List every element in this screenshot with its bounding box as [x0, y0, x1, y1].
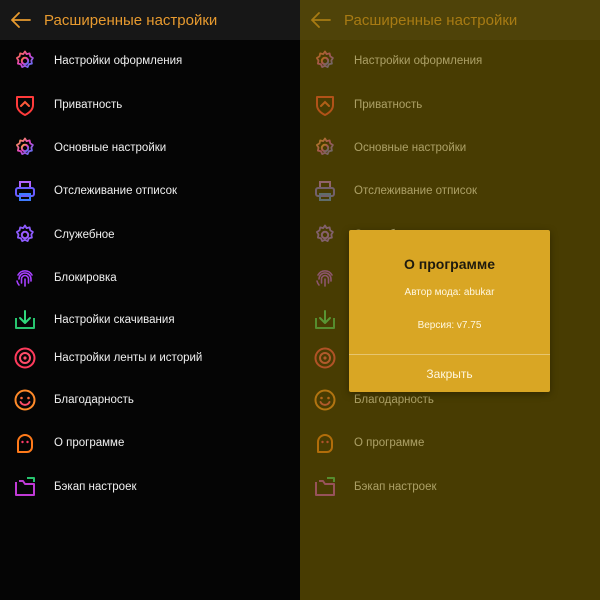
arrow-left-icon — [311, 12, 331, 28]
page-title: Расширенные настройки — [344, 11, 518, 29]
fingerprint-icon — [312, 265, 338, 291]
menu-item-label: Настройки скачивания — [54, 314, 175, 326]
menu-item-label: О программе — [54, 437, 125, 449]
menu-item-privacy[interactable]: Приватность — [300, 85, 600, 125]
menu-item-general[interactable]: Основные настройки — [300, 128, 600, 168]
gear-icon — [12, 222, 38, 248]
settings-screen: Расширенные настройки Настройки оформлен… — [0, 0, 300, 600]
printer-icon — [312, 178, 338, 204]
menu-item-label: Основные настройки — [354, 142, 467, 154]
ghost-icon — [12, 430, 38, 456]
menu-item-backup[interactable]: Бэкап настроек — [300, 467, 600, 507]
settings-screen-with-dialog: Расширенные настройки Настройки оформлен… — [300, 0, 600, 600]
menu-item-about[interactable]: О программе — [0, 423, 300, 463]
shield-icon — [312, 92, 338, 118]
printer-icon — [12, 178, 38, 204]
gear-icon — [312, 222, 338, 248]
menu-item-label: Настройки оформления — [354, 55, 483, 67]
menu-item-label: Бэкап настроек — [354, 481, 437, 493]
menu-item-unfollow-tracking[interactable]: Отслеживание отписок — [300, 171, 600, 211]
menu-item-privacy[interactable]: Приватность — [0, 85, 300, 125]
dialog-author: Автор мода: abukar — [404, 287, 495, 298]
dialog-version: Версия: v7.75 — [417, 320, 482, 331]
menu-item-label: Отслеживание отписок — [354, 185, 478, 197]
menu-item-appearance[interactable]: Настройки оформления — [0, 41, 300, 81]
menu-item-label: О программе — [354, 437, 425, 449]
menu-item-label: Бэкап настроек — [54, 481, 137, 493]
menu-item-label: Благодарность — [354, 394, 434, 406]
gear-icon — [12, 135, 38, 161]
smile-icon — [12, 387, 38, 413]
smile-icon — [312, 387, 338, 413]
target-icon — [12, 345, 38, 371]
menu-item-download-settings[interactable]: Настройки скачивания — [0, 300, 300, 340]
menu-item-thanks[interactable]: Благодарность — [0, 380, 300, 420]
download-icon — [12, 307, 38, 333]
folder-icon — [312, 474, 338, 500]
menu-item-appearance[interactable]: Настройки оформления — [300, 41, 600, 81]
gear-icon — [312, 48, 338, 74]
menu-item-backup[interactable]: Бэкап настроек — [0, 467, 300, 507]
about-dialog: О программе Автор мода: abukar Версия: v… — [349, 230, 550, 392]
menu-item-label: Настройки оформления — [54, 55, 183, 67]
menu-item-general[interactable]: Основные настройки — [0, 128, 300, 168]
gear-icon — [12, 48, 38, 74]
app-bar: Расширенные настройки — [0, 0, 300, 40]
close-button[interactable]: Закрыть — [349, 355, 550, 392]
menu-item-lock[interactable]: Блокировка — [0, 258, 300, 298]
app-bar: Расширенные настройки — [300, 0, 600, 40]
arrow-left-icon — [11, 12, 31, 28]
menu-item-label: Благодарность — [54, 394, 134, 406]
fingerprint-icon — [12, 265, 38, 291]
back-button[interactable] — [304, 0, 338, 40]
menu-item-label: Настройки ленты и историй — [54, 352, 203, 364]
back-button[interactable] — [4, 0, 38, 40]
menu-item-label: Отслеживание отписок — [54, 185, 178, 197]
folder-icon — [12, 474, 38, 500]
menu-item-about[interactable]: О программе — [300, 423, 600, 463]
target-icon — [312, 345, 338, 371]
ghost-icon — [312, 430, 338, 456]
menu-item-label: Служебное — [54, 229, 115, 241]
menu-item-label: Основные настройки — [54, 142, 167, 154]
shield-icon — [12, 92, 38, 118]
menu-item-feed-stories[interactable]: Настройки ленты и историй — [0, 338, 300, 378]
menu-item-label: Приватность — [54, 99, 123, 111]
menu-item-label: Блокировка — [54, 272, 117, 284]
menu-item-service[interactable]: Служебное — [0, 215, 300, 255]
page-title: Расширенные настройки — [44, 11, 218, 29]
menu-item-unfollow-tracking[interactable]: Отслеживание отписок — [0, 171, 300, 211]
download-icon — [312, 307, 338, 333]
dialog-title: О программе — [403, 256, 495, 272]
gear-icon — [312, 135, 338, 161]
menu-item-label: Приватность — [354, 99, 423, 111]
